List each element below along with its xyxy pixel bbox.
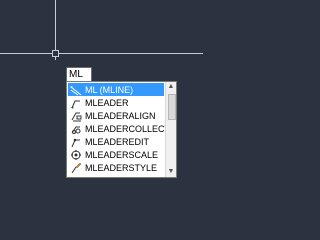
autocomplete-item-mleaderedit[interactable]: MLEADEREDIT — [68, 135, 164, 148]
scroll-up-arrow-icon[interactable]: ▲ — [167, 83, 175, 91]
scrollbar-thumb[interactable] — [168, 94, 176, 120]
autocomplete-item-label: MLEADERSCALE — [85, 149, 159, 160]
autocomplete-item-mleaderalign[interactable]: MLEADERALIGN — [68, 109, 164, 122]
crosshair-horizontal-line — [0, 53, 203, 54]
autocomplete-item-mleaderstyle[interactable]: MLEADERSTYLE — [68, 161, 164, 174]
mleader-style-icon — [70, 162, 82, 174]
mleader-icon — [70, 97, 82, 109]
cursor-pickbox — [52, 50, 59, 57]
autocomplete-item-mleadercollect[interactable]: MLEADERCOLLECT — [68, 122, 170, 135]
mleader-edit-icon — [70, 136, 82, 148]
autocomplete-item-mleader[interactable]: MLEADER — [68, 96, 164, 109]
autocomplete-scrollbar[interactable]: ▲ ▼ — [165, 82, 176, 177]
autocomplete-item-label: MLEADERCOLLECT — [85, 123, 171, 134]
command-input[interactable]: ML — [66, 67, 92, 82]
mline-icon — [70, 84, 82, 96]
autocomplete-item-mleaderscale[interactable]: MLEADERSCALE — [68, 148, 164, 161]
autocomplete-item-label: MLEADEREDIT — [85, 136, 150, 147]
autocomplete-list: ML (MLINE) MLEADER MLEADERALIGN MLEADERC… — [66, 81, 177, 178]
mleader-collect-icon — [70, 123, 82, 135]
autocomplete-item-label: MLEADER — [85, 97, 129, 108]
autocomplete-item-mline[interactable]: ML (MLINE) — [68, 83, 164, 96]
autocomplete-item-label: ML (MLINE) — [85, 84, 134, 95]
scroll-down-arrow-icon[interactable]: ▼ — [167, 168, 175, 176]
mleader-scale-icon — [70, 149, 82, 161]
autocomplete-item-label: MLEADERSTYLE — [85, 162, 158, 173]
mleader-align-icon — [70, 110, 82, 122]
autocomplete-item-label: MLEADERALIGN — [85, 110, 156, 121]
